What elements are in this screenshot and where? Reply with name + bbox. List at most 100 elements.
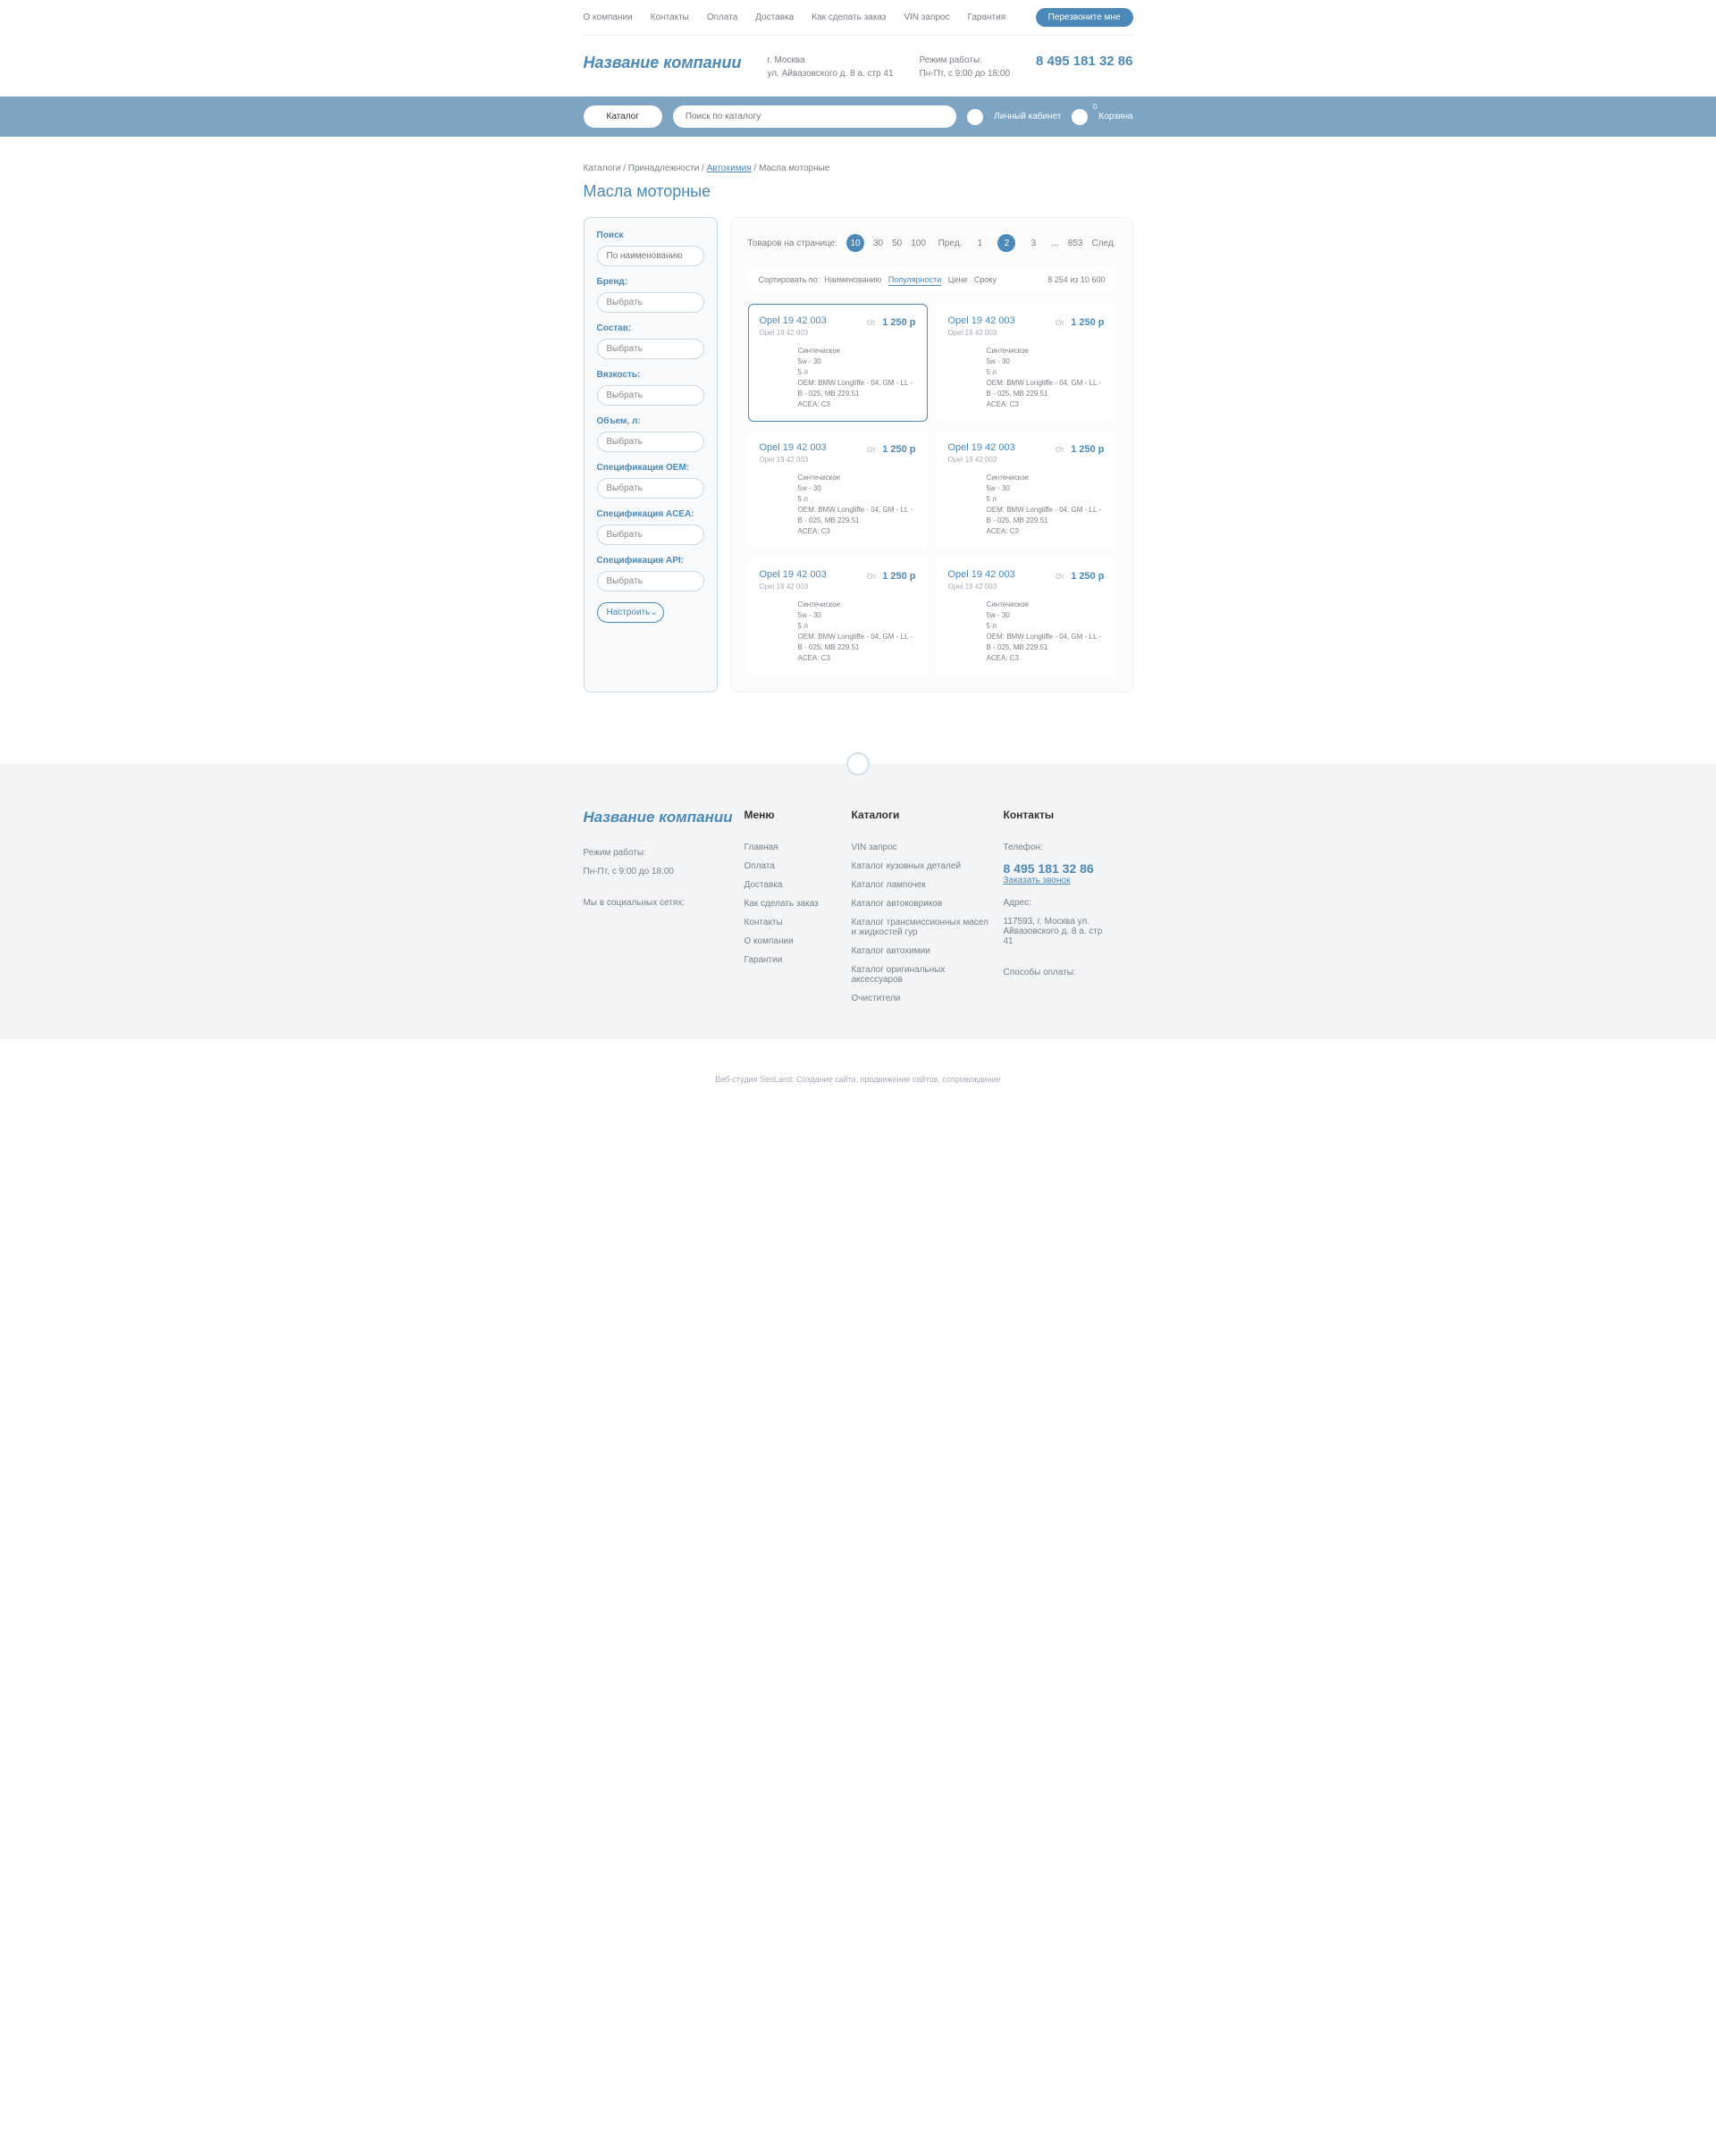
footer-catalogs-head: Каталоги (852, 809, 995, 821)
page-number[interactable]: 1 (971, 234, 988, 252)
page-title: Масла моторные (584, 182, 1133, 201)
price-from-label: От (1056, 573, 1064, 581)
footer-catalogs-col: Каталоги VIN запрос Каталог кузовных дета… (852, 809, 995, 1012)
results-count: 8 254 из 10 600 (1047, 275, 1105, 284)
footer-catalog-link[interactable]: Каталог оригинальных аксессуаров (852, 965, 995, 985)
footer-catalog-link[interactable]: Каталог автоковриков (852, 899, 995, 909)
filter-search-input[interactable] (597, 246, 704, 266)
filter-select-composition[interactable]: Выбрать (597, 339, 704, 359)
product-price: 1 250 р (1071, 317, 1104, 328)
per-page-group: Товаров на странице: 10 30 50 100 (748, 234, 926, 252)
filter-label: Спецификация API: (597, 556, 704, 566)
product-thumb (760, 600, 789, 644)
crumb[interactable]: Принадлежности (628, 164, 699, 173)
per-page-option[interactable]: 50 (892, 239, 902, 248)
price-from-label: От (1056, 319, 1064, 327)
product-title: Opel 19 42 003 (948, 569, 1015, 580)
top-nav-links: О компании Контакты Оплата Доставка Как … (584, 13, 1006, 22)
topnav-link[interactable]: О компании (584, 13, 633, 22)
topnav-link[interactable]: Контакты (651, 13, 689, 22)
header-phone[interactable]: 8 495 181 32 86 (1036, 54, 1132, 69)
footer-menu-link[interactable]: Как сделать заказ (744, 899, 843, 909)
company-logo[interactable]: Название компании (584, 54, 742, 72)
filter-select-oem[interactable]: Выбрать (597, 478, 704, 499)
product-card[interactable]: Opel 19 42 003 Opel 19 42 003 От 1 250 р… (937, 558, 1116, 675)
topnav-link[interactable]: Гарантия (967, 13, 1005, 22)
product-price: 1 250 р (1071, 444, 1104, 455)
hours-label: Режим работы: (920, 54, 1010, 67)
sort-option[interactable]: Популярности (888, 275, 941, 286)
page-number[interactable]: 3 (1024, 234, 1042, 252)
configure-filter-button[interactable]: Настроить ⌄ (597, 602, 664, 623)
product-specs: Синтечиское5w - 305 лOEM: BMW Longliffe … (798, 346, 916, 410)
prev-page-link[interactable]: Пред. (938, 239, 963, 248)
product-card[interactable]: Opel 19 42 003 Opel 19 42 003 От 1 250 р… (748, 431, 928, 549)
product-subtitle: Opel 19 42 003 (948, 583, 1015, 591)
filter-label: Спецификация ACEA: (597, 509, 704, 519)
footer-menu-link[interactable]: О компании (744, 936, 843, 946)
footer-menu-link[interactable]: Гарантии (744, 955, 843, 965)
product-specs: Синтечиское5w - 305 лOEM: BMW Longliffe … (987, 473, 1105, 537)
next-page-link[interactable]: След. (1091, 239, 1115, 248)
product-specs: Синтечиское5w - 305 лOEM: BMW Longliffe … (987, 600, 1105, 664)
callback-button[interactable]: Перезвоните мне (1036, 8, 1133, 27)
footer: Название компании Режим работы: Пн-Пт, с… (0, 764, 1716, 1039)
footer-company-col: Название компании Режим работы: Пн-Пт, с… (584, 809, 736, 1012)
account-icon[interactable] (967, 109, 983, 125)
order-call-link[interactable]: Заказать звонок (1004, 876, 1133, 885)
page-nav-group: Пред. 1 2 3 ... 853 След. (938, 234, 1116, 252)
account-link[interactable]: Личный кабинет (994, 112, 1061, 122)
main-nav-bar: Каталог Личный кабинет 0 Корзина (0, 96, 1716, 137)
per-page-option[interactable]: 10 (846, 234, 864, 252)
footer-catalog-link[interactable]: Каталог автохимии (852, 946, 995, 956)
topnav-link[interactable]: VIN запрос (904, 13, 949, 22)
footer-menu-link[interactable]: Доставка (744, 880, 843, 890)
topnav-link[interactable]: Доставка (755, 13, 794, 22)
filter-select-acea[interactable]: Выбрать (597, 524, 704, 545)
crumb[interactable]: Каталоги (584, 164, 621, 173)
footer-catalog-link[interactable]: Очистители (852, 994, 995, 1003)
product-card[interactable]: Opel 19 42 003 Opel 19 42 003 От 1 250 р… (937, 304, 1116, 422)
catalog-search-input[interactable] (673, 105, 956, 128)
filter-select-volume[interactable]: Выбрать (597, 432, 704, 452)
footer-phone[interactable]: 8 495 181 32 86 (1004, 861, 1133, 876)
footer-menu-link[interactable]: Оплата (744, 861, 843, 871)
footer-catalog-link[interactable]: VIN запрос (852, 843, 995, 852)
crumb[interactable]: Автохимия (707, 164, 752, 173)
catalog-button[interactable]: Каталог (584, 105, 662, 128)
footer-catalog-link[interactable]: Каталог трансмиссионных масел и жидкосте… (852, 918, 995, 937)
product-grid: Opel 19 42 003 Opel 19 42 003 От 1 250 р… (748, 304, 1116, 675)
filter-label: Вязкость: (597, 370, 704, 380)
product-thumb (760, 346, 789, 390)
footer-logo: Название компании (584, 809, 736, 826)
product-subtitle: Opel 19 42 003 (760, 329, 827, 337)
sort-option[interactable]: Сроку (974, 275, 997, 284)
product-subtitle: Opel 19 42 003 (948, 456, 1015, 464)
footer-menu-head: Меню (744, 809, 843, 821)
product-title: Opel 19 42 003 (760, 442, 827, 453)
footer-catalog-link[interactable]: Каталог лампочек (852, 880, 995, 890)
product-card[interactable]: Opel 19 42 003 Opel 19 42 003 От 1 250 р… (748, 558, 928, 675)
product-subtitle: Opel 19 42 003 (760, 456, 827, 464)
filter-select-brand[interactable]: Выбрать (597, 292, 704, 313)
product-title: Opel 19 42 003 (948, 442, 1015, 453)
filter-select-viscosity[interactable]: Выбрать (597, 385, 704, 406)
page-number[interactable]: 853 (1068, 239, 1083, 248)
footer-catalog-link[interactable]: Каталог кузовных деталей (852, 861, 995, 871)
filter-select-api[interactable]: Выбрать (597, 571, 704, 591)
product-card[interactable]: Opel 19 42 003 Opel 19 42 003 От 1 250 р… (748, 304, 928, 422)
product-card[interactable]: Opel 19 42 003 Opel 19 42 003 От 1 250 р… (937, 431, 1116, 549)
breadcrumb: Каталоги / Принадлежности / Автохимия / … (584, 137, 1133, 182)
sort-option[interactable]: Цене (948, 275, 968, 284)
per-page-option[interactable]: 100 (911, 239, 926, 248)
scroll-top-button[interactable] (846, 752, 870, 776)
footer-menu-link[interactable]: Главная (744, 843, 843, 852)
sort-option[interactable]: Наименованию (824, 275, 881, 284)
page-number[interactable]: 2 (997, 234, 1015, 252)
per-page-option[interactable]: 30 (873, 239, 883, 248)
cart-link[interactable]: Корзина (1098, 112, 1132, 122)
footer-menu-link[interactable]: Контакты (744, 918, 843, 927)
cart-icon[interactable]: 0 (1072, 109, 1088, 125)
topnav-link[interactable]: Как сделать заказ (812, 13, 886, 22)
topnav-link[interactable]: Оплата (707, 13, 737, 22)
